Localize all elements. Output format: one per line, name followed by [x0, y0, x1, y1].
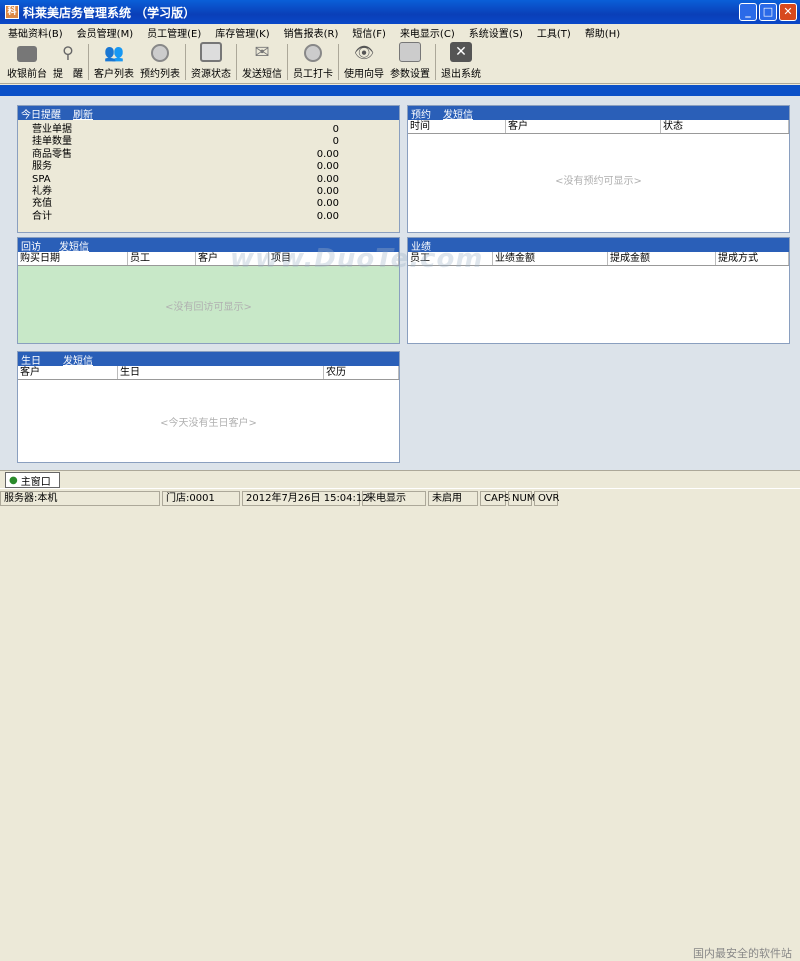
today-row: 商品零售 0.00 — [32, 148, 339, 160]
col-lunar[interactable]: 农历 — [324, 366, 399, 379]
customer-list-button[interactable]: 👥 客户列表 — [91, 39, 137, 83]
status-bar: 服务器:本机 门店:0001 2012年7月26日 15:04:12 来电显示 … — [0, 488, 800, 508]
menu-tools[interactable]: 工具(T) — [529, 25, 577, 40]
globe-icon: ● — [9, 474, 18, 486]
visit-sms-link[interactable]: 发短信 — [59, 238, 89, 253]
booking-title: 预约 — [411, 109, 431, 121]
col-customer[interactable]: 客户 — [18, 366, 118, 379]
menu-stock[interactable]: 库存管理(K) — [207, 25, 275, 40]
menu-settings[interactable]: 系统设置(S) — [461, 25, 529, 40]
today-list: 营业单据 0 挂单数量 0 商品零售 0.00 服务 0.00 SPA 0.00 礼券 0.… — [18, 120, 399, 223]
today-row: 充值 0.00 — [32, 198, 339, 210]
title-bar: 科 科莱美店务管理系统 （学习版） _ □ ✕ — [0, 0, 800, 24]
status-caller-id: 来电显示 — [362, 491, 426, 506]
status-caps: CAPS — [480, 491, 510, 506]
cash-register-button[interactable]: 收银前台 — [4, 39, 50, 83]
close-button[interactable]: ✕ — [779, 3, 797, 21]
send-sms-button[interactable]: ✉ 发送短信 — [239, 39, 285, 83]
menu-basic[interactable]: 基础资料(B) — [0, 25, 69, 40]
menu-staff[interactable]: 员工管理(E) — [139, 25, 207, 40]
envelope-icon: ✉ — [254, 41, 270, 63]
cash-register-icon — [17, 46, 37, 62]
reminder-button[interactable]: ⚲ 提 醒 — [50, 39, 86, 83]
workspace: 今日提醒 刷新 营业单据 0 挂单数量 0 商品零售 0.00 服务 0.00 SPA 0.… — [0, 96, 800, 470]
booking-empty: <没有预约可显示> — [555, 176, 642, 187]
col-purchase-date[interactable]: 购买日期 — [18, 252, 128, 265]
col-status[interactable]: 状态 — [661, 120, 789, 133]
menu-sms[interactable]: 短信(F) — [344, 25, 392, 40]
today-row: 礼券 0.00 — [32, 185, 339, 197]
toolbar: 收银前台 ⚲ 提 醒 👥 客户列表 预约列表 资源状态 ✉ 发送短信 员工打卡 👁 使用… — [0, 40, 800, 84]
window-tab-bar: ● 主窗口 国内最安全的软件站 — [0, 470, 800, 960]
status-datetime: 2012年7月26日 15:04:12 — [242, 491, 369, 506]
wizard-button[interactable]: 👁 使用向导 — [341, 39, 387, 83]
menu-reports[interactable]: 销售报表(R) — [276, 25, 345, 40]
col-time[interactable]: 时间 — [408, 120, 506, 133]
col-commission-type[interactable]: 提成方式 — [716, 252, 789, 265]
settings-icon — [399, 42, 421, 62]
refresh-link[interactable]: 刷新 — [73, 106, 93, 121]
birthday-panel: 生日 发短信 客户 生日 农历 <今天没有生日客户> — [17, 351, 400, 463]
status-ovr: OVR — [534, 491, 559, 506]
settings-button[interactable]: 参数设置 — [387, 39, 433, 83]
col-customer[interactable]: 客户 — [506, 120, 661, 133]
appointment-icon — [151, 44, 169, 62]
birthday-title: 生日 — [21, 355, 41, 367]
exit-icon: ✕ — [450, 42, 472, 62]
customers-icon: 👥 — [104, 42, 124, 62]
booking-sms-link[interactable]: 发短信 — [443, 106, 473, 121]
watermark: www.DuoTe.com — [230, 244, 484, 274]
appointment-list-button[interactable]: 预约列表 — [137, 39, 183, 83]
today-row: SPA 0.00 — [32, 173, 339, 185]
menu-help[interactable]: 帮助(H) — [577, 25, 626, 40]
booking-panel: 预约 发短信 时间 客户 状态 <没有预约可显示> — [407, 105, 790, 233]
clock-in-icon — [304, 44, 322, 62]
window-title: 科莱美店务管理系统 （学习版） — [23, 5, 196, 20]
today-row: 挂单数量 0 — [32, 136, 339, 148]
today-row: 合计 0.00 — [32, 210, 339, 222]
watermark-text: 国内最安全的软件站 — [693, 947, 792, 960]
eye-icon: 👁 — [353, 42, 375, 62]
status-caller-state: 未启用 — [428, 491, 478, 506]
col-commission[interactable]: 提成金额 — [608, 252, 716, 265]
menu-member[interactable]: 会员管理(M) — [69, 25, 139, 40]
visit-title: 回访 — [21, 241, 41, 253]
birthday-empty: <今天没有生日客户> — [160, 418, 257, 429]
status-store: 门店:0001 — [162, 491, 240, 506]
app-icon: 科 — [5, 5, 19, 19]
status-num: NUM — [508, 491, 535, 506]
exit-button[interactable]: ✕ 退出系统 — [438, 39, 484, 83]
resource-icon — [200, 42, 222, 62]
resource-status-button[interactable]: 资源状态 — [188, 39, 234, 83]
today-row: 服务 0.00 — [32, 161, 339, 173]
menu-caller-id[interactable]: 来电显示(C) — [392, 25, 461, 40]
booking-header: 时间 客户 状态 — [408, 120, 789, 134]
reminder-icon: ⚲ — [62, 42, 74, 62]
col-sales-amount[interactable]: 业绩金额 — [493, 252, 608, 265]
col-birthday[interactable]: 生日 — [118, 366, 324, 379]
minimize-button[interactable]: _ — [739, 3, 757, 21]
birthday-header: 客户 生日 农历 — [18, 366, 399, 380]
clock-in-button[interactable]: 员工打卡 — [290, 39, 336, 83]
today-title: 今日提醒 — [21, 109, 61, 121]
col-staff[interactable]: 员工 — [128, 252, 196, 265]
today-row: 营业单据 0 — [32, 124, 339, 135]
maximize-button[interactable]: □ — [759, 3, 777, 21]
today-panel: 今日提醒 刷新 营业单据 0 挂单数量 0 商品零售 0.00 服务 0.00 SPA 0.… — [17, 105, 400, 233]
tab-main-window[interactable]: ● 主窗口 — [5, 472, 60, 488]
header-banner — [0, 85, 800, 96]
menu-bar: 基础资料(B) 会员管理(M) 员工管理(E) 库存管理(K) 销售报表(R) … — [0, 24, 800, 40]
status-server: 服务器:本机 — [0, 491, 160, 506]
birthday-sms-link[interactable]: 发短信 — [63, 352, 93, 367]
